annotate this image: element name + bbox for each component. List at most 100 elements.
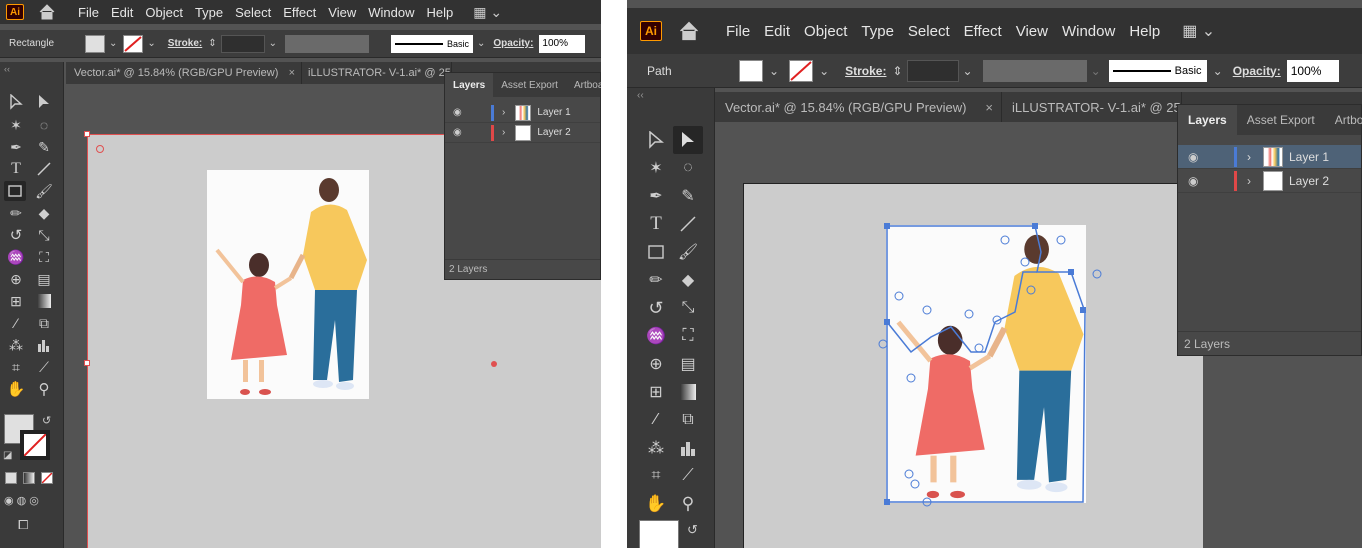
stroke-color-box[interactable] bbox=[20, 430, 50, 460]
illustration-image[interactable] bbox=[207, 170, 369, 399]
close-icon[interactable]: × bbox=[985, 100, 993, 115]
close-icon[interactable]: × bbox=[289, 67, 295, 79]
stroke-stepper-icon[interactable]: ⇕ bbox=[892, 64, 902, 78]
fill-swatch[interactable] bbox=[739, 59, 763, 82]
artboard-icon[interactable]: ⌗ bbox=[643, 464, 669, 488]
lasso-icon[interactable]: ◌ bbox=[675, 156, 701, 180]
scale-icon[interactable]: ⤡ bbox=[675, 296, 701, 320]
blend-icon[interactable]: ⧉ bbox=[34, 313, 54, 333]
fill-swatch[interactable] bbox=[85, 34, 105, 53]
slice-icon[interactable]: ⟋ bbox=[675, 464, 701, 488]
magic-wand-icon[interactable]: ✶ bbox=[6, 115, 26, 135]
swap-fill-stroke-icon[interactable]: ↺ bbox=[42, 414, 51, 427]
selection-tool-icon[interactable] bbox=[643, 128, 669, 152]
chevron-right-icon[interactable]: › bbox=[1247, 174, 1251, 188]
artboard-corner-handle[interactable] bbox=[84, 131, 90, 137]
menu-view[interactable]: View bbox=[1016, 23, 1048, 40]
fill-color-box[interactable] bbox=[639, 520, 679, 548]
magic-wand-icon[interactable]: ✶ bbox=[643, 156, 669, 180]
artboard-icon[interactable]: ⌗ bbox=[6, 357, 26, 377]
curvature-icon[interactable]: ✎ bbox=[34, 137, 54, 157]
chevron-down-icon[interactable]: ⌄ bbox=[1213, 64, 1223, 78]
none-mode-icon[interactable] bbox=[41, 472, 53, 484]
curvature-icon[interactable]: ✎ bbox=[675, 184, 701, 208]
eyedropper-icon[interactable]: ⁄ bbox=[6, 313, 26, 333]
menu-help[interactable]: Help bbox=[426, 5, 453, 20]
selection-tool-icon[interactable] bbox=[6, 92, 26, 112]
paintbrush-icon[interactable]: 🖌 bbox=[675, 240, 701, 264]
chevron-right-icon[interactable]: › bbox=[502, 107, 505, 118]
tab-artboards[interactable]: Artbo bbox=[1325, 105, 1362, 135]
chevron-right-icon[interactable]: › bbox=[1247, 150, 1251, 164]
chevron-down-icon[interactable]: ⌄ bbox=[963, 64, 973, 78]
menu-view[interactable]: View bbox=[328, 5, 356, 20]
brush-definition[interactable]: Basic bbox=[391, 34, 474, 53]
variable-width-field[interactable] bbox=[982, 59, 1087, 82]
menu-object[interactable]: Object bbox=[145, 5, 183, 20]
graph-icon[interactable] bbox=[675, 436, 701, 460]
collapse-icon[interactable]: ‹‹ bbox=[637, 90, 644, 101]
warp-icon[interactable]: ♒ bbox=[643, 324, 669, 348]
rectangle-icon[interactable] bbox=[643, 240, 669, 264]
chevron-down-icon[interactable]: ⌄ bbox=[477, 38, 485, 49]
symbol-sprayer-icon[interactable]: ⁂ bbox=[643, 436, 669, 460]
gradient-icon[interactable] bbox=[675, 380, 701, 404]
stroke-weight-field[interactable] bbox=[906, 59, 959, 82]
menu-effect[interactable]: Effect bbox=[283, 5, 316, 20]
swap-fill-stroke-icon[interactable]: ↺ bbox=[687, 522, 698, 538]
pencil-icon[interactable]: ✏ bbox=[643, 268, 669, 292]
opacity-field[interactable]: 100% bbox=[1286, 59, 1339, 82]
pen-icon[interactable]: ✒ bbox=[6, 137, 26, 157]
line-icon[interactable] bbox=[675, 212, 701, 236]
shape-builder-icon[interactable]: ⊕ bbox=[643, 352, 669, 376]
menu-file[interactable]: File bbox=[78, 5, 99, 20]
scale-icon[interactable]: ⤡ bbox=[34, 225, 54, 245]
stroke-stepper-icon[interactable]: ⇕ bbox=[208, 38, 216, 49]
stroke-swatch[interactable] bbox=[789, 59, 814, 82]
app-logo[interactable]: Ai bbox=[640, 21, 662, 41]
collapse-icon[interactable]: ‹‹ bbox=[4, 64, 10, 74]
free-transform-icon[interactable]: ⛶ bbox=[34, 247, 54, 267]
menu-window[interactable]: Window bbox=[1062, 23, 1115, 40]
direct-selection-tool-icon[interactable] bbox=[34, 92, 54, 112]
menu-edit[interactable]: Edit bbox=[764, 23, 790, 40]
chevron-down-icon[interactable]: ⌄ bbox=[769, 64, 779, 78]
menu-type[interactable]: Type bbox=[861, 23, 894, 40]
artboard-side-handle[interactable] bbox=[84, 360, 90, 366]
pencil-icon[interactable]: ✏ bbox=[6, 203, 26, 223]
variable-width-field[interactable] bbox=[285, 34, 370, 53]
line-icon[interactable] bbox=[34, 159, 54, 179]
screen-mode-icon[interactable]: ⧠ bbox=[18, 517, 28, 533]
type-icon[interactable]: T bbox=[6, 159, 26, 179]
warp-icon[interactable]: ♒ bbox=[6, 247, 26, 267]
draw-mode-icon[interactable]: ◉ ◍ ◎ bbox=[4, 494, 39, 507]
hand-icon[interactable]: ✋ bbox=[6, 379, 26, 399]
layer-row-2[interactable]: ◉ › Layer 2 bbox=[445, 123, 600, 143]
chevron-down-icon[interactable]: ⌄ bbox=[819, 64, 829, 78]
symbol-sprayer-icon[interactable]: ⁂ bbox=[6, 335, 26, 355]
tab-illustrator[interactable]: iLLUSTRATOR- V-1.ai* @ 25 bbox=[1002, 92, 1182, 122]
layer-row-1[interactable]: ◉ › Layer 1 bbox=[1178, 145, 1361, 169]
menu-effect[interactable]: Effect bbox=[964, 23, 1002, 40]
chevron-down-icon[interactable]: ⌄ bbox=[147, 38, 155, 49]
slice-icon[interactable]: ⟋ bbox=[34, 357, 54, 377]
home-icon[interactable] bbox=[678, 20, 700, 42]
tab-asset-export[interactable]: Asset Export bbox=[1237, 105, 1325, 135]
default-fill-stroke-icon[interactable]: ◪ bbox=[3, 450, 12, 461]
gradient-icon[interactable] bbox=[34, 291, 54, 311]
tab-layers[interactable]: Layers bbox=[1178, 105, 1237, 135]
paintbrush-icon[interactable]: 🖌 bbox=[34, 181, 54, 201]
eraser-icon[interactable]: ◆ bbox=[675, 268, 701, 292]
opacity-field[interactable]: 100% bbox=[539, 34, 586, 53]
menu-window[interactable]: Window bbox=[368, 5, 414, 20]
eyedropper-icon[interactable]: ⁄ bbox=[643, 408, 669, 432]
free-transform-icon[interactable]: ⛶ bbox=[675, 324, 701, 348]
mesh-icon[interactable]: ⊞ bbox=[6, 291, 26, 311]
eye-icon[interactable]: ◉ bbox=[453, 127, 473, 138]
shape-builder-icon[interactable]: ⊕ bbox=[6, 269, 26, 289]
tab-vector[interactable]: Vector.ai* @ 15.84% (RGB/GPU Preview) × bbox=[715, 92, 1002, 122]
perspective-grid-icon[interactable]: ▤ bbox=[675, 352, 701, 376]
layer-row-2[interactable]: ◉ › Layer 2 bbox=[1178, 169, 1361, 193]
tab-artboards[interactable]: Artboa bbox=[566, 73, 601, 97]
home-icon[interactable] bbox=[38, 3, 56, 21]
